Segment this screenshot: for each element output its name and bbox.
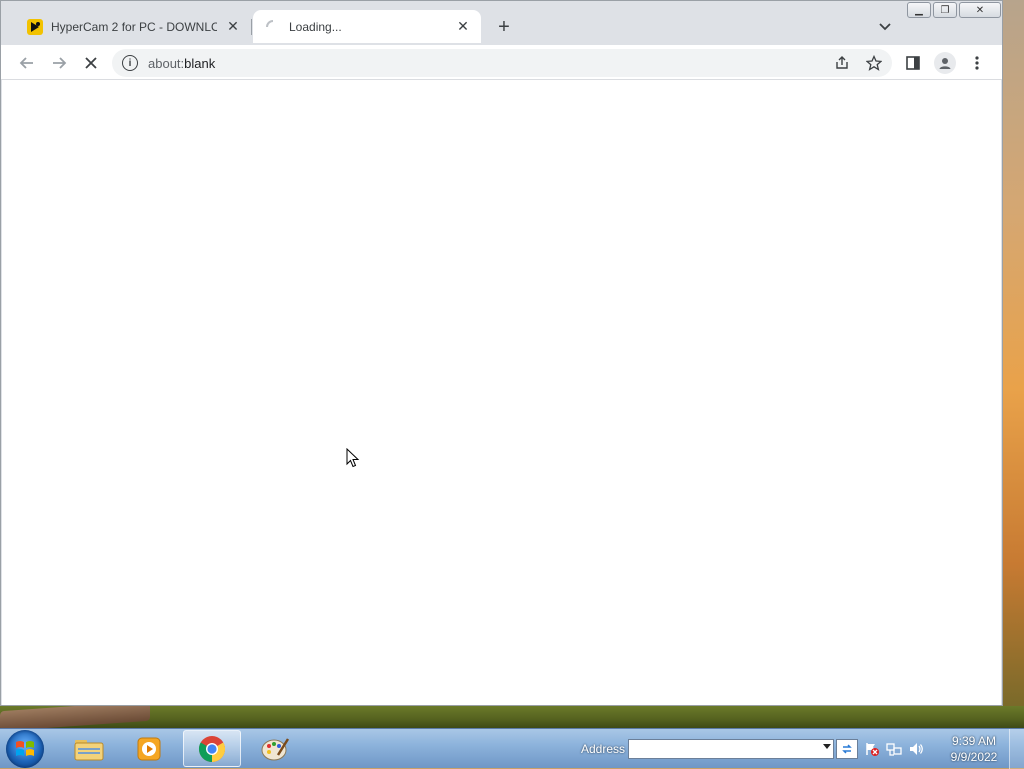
forward-button[interactable]: [47, 51, 71, 75]
address-bar[interactable]: i about:blank: [112, 49, 892, 77]
refresh-arrows-icon: [842, 744, 852, 754]
chrome-window: HyperCam 2 for PC - DOWNLOAD ✕ Loading..…: [0, 0, 1003, 706]
paint-palette-icon: [261, 737, 290, 760]
chevron-down-icon: [879, 23, 891, 31]
info-icon[interactable]: i: [122, 55, 138, 71]
arrow-left-icon: [19, 57, 33, 69]
tab-search-button[interactable]: [873, 15, 897, 39]
address-go-button[interactable]: [836, 739, 858, 759]
close-icon[interactable]: ✕: [225, 18, 241, 35]
browser-toolbar: i about:blank: [1, 45, 1002, 80]
close-icon: ✕: [975, 4, 985, 16]
bookmark-star-icon[interactable]: [864, 53, 884, 73]
system-tray: [864, 741, 924, 757]
url-text[interactable]: about:blank: [148, 56, 215, 71]
system-clock[interactable]: 9:39 AM 9/9/2022: [944, 733, 1004, 765]
restore-icon: ❐: [940, 4, 950, 16]
folder-icon: [74, 739, 104, 760]
arrow-right-icon: [53, 57, 67, 69]
close-icon[interactable]: ✕: [455, 18, 471, 35]
new-tab-button[interactable]: +: [491, 14, 517, 40]
clock-date: 9/9/2022: [950, 750, 998, 764]
close-window-button[interactable]: ✕: [959, 2, 1001, 18]
stop-loading-button[interactable]: [79, 51, 103, 75]
clock-time: 9:39 AM: [951, 734, 997, 748]
stop-x-icon: [85, 57, 97, 69]
desktop-wallpaper: [1003, 0, 1024, 706]
tab-title: HyperCam 2 for PC - DOWNLOAD: [51, 19, 217, 34]
taskbar-explorer[interactable]: [60, 730, 118, 767]
desktop-wallpaper-ground: [0, 706, 1024, 728]
tab-title: Loading...: [289, 19, 342, 34]
chrome-icon: [198, 735, 226, 762]
address-toolbar-input[interactable]: [628, 739, 834, 759]
avatar-icon: [934, 52, 956, 74]
tab-strip: HyperCam 2 for PC - DOWNLOAD ✕ Loading..…: [1, 1, 1002, 45]
minimize-button[interactable]: ▁: [907, 2, 931, 18]
taskbar-media-player[interactable]: [121, 730, 179, 767]
media-player-icon: [137, 737, 161, 760]
hypercam-favicon-icon: [27, 18, 43, 35]
taskbar-paint[interactable]: [246, 730, 304, 767]
taskbar-chrome[interactable]: [183, 730, 241, 767]
side-panel-icon[interactable]: [901, 51, 925, 75]
maximize-button[interactable]: ❐: [933, 2, 957, 18]
action-center-flag-icon[interactable]: [864, 741, 880, 757]
profile-button[interactable]: [933, 51, 957, 75]
windows-logo-icon: [16, 741, 34, 756]
page-content[interactable]: [2, 80, 1001, 705]
tab-loading[interactable]: Loading... ✕: [253, 10, 481, 43]
minimize-icon: ▁: [915, 4, 923, 16]
dropdown-arrow-icon[interactable]: [823, 744, 831, 749]
back-button[interactable]: [15, 51, 39, 75]
loading-spinner-icon: [265, 19, 281, 35]
menu-kebab-icon[interactable]: [965, 51, 989, 75]
address-toolbar-label: Address: [581, 742, 626, 756]
tab-separator: [251, 19, 252, 35]
tab-hypercam[interactable]: HyperCam 2 for PC - DOWNLOAD ✕: [15, 10, 251, 43]
start-button[interactable]: [6, 730, 44, 768]
share-icon[interactable]: [832, 53, 852, 73]
windows-taskbar: Address 9:39 AM 9/9/2022: [0, 728, 1024, 769]
volume-icon[interactable]: [908, 741, 924, 757]
show-desktop-button[interactable]: [1009, 729, 1024, 769]
window-controls: ▁ ❐ ✕: [907, 2, 1001, 18]
mouse-cursor-icon: [346, 448, 360, 468]
network-icon[interactable]: [886, 741, 902, 757]
